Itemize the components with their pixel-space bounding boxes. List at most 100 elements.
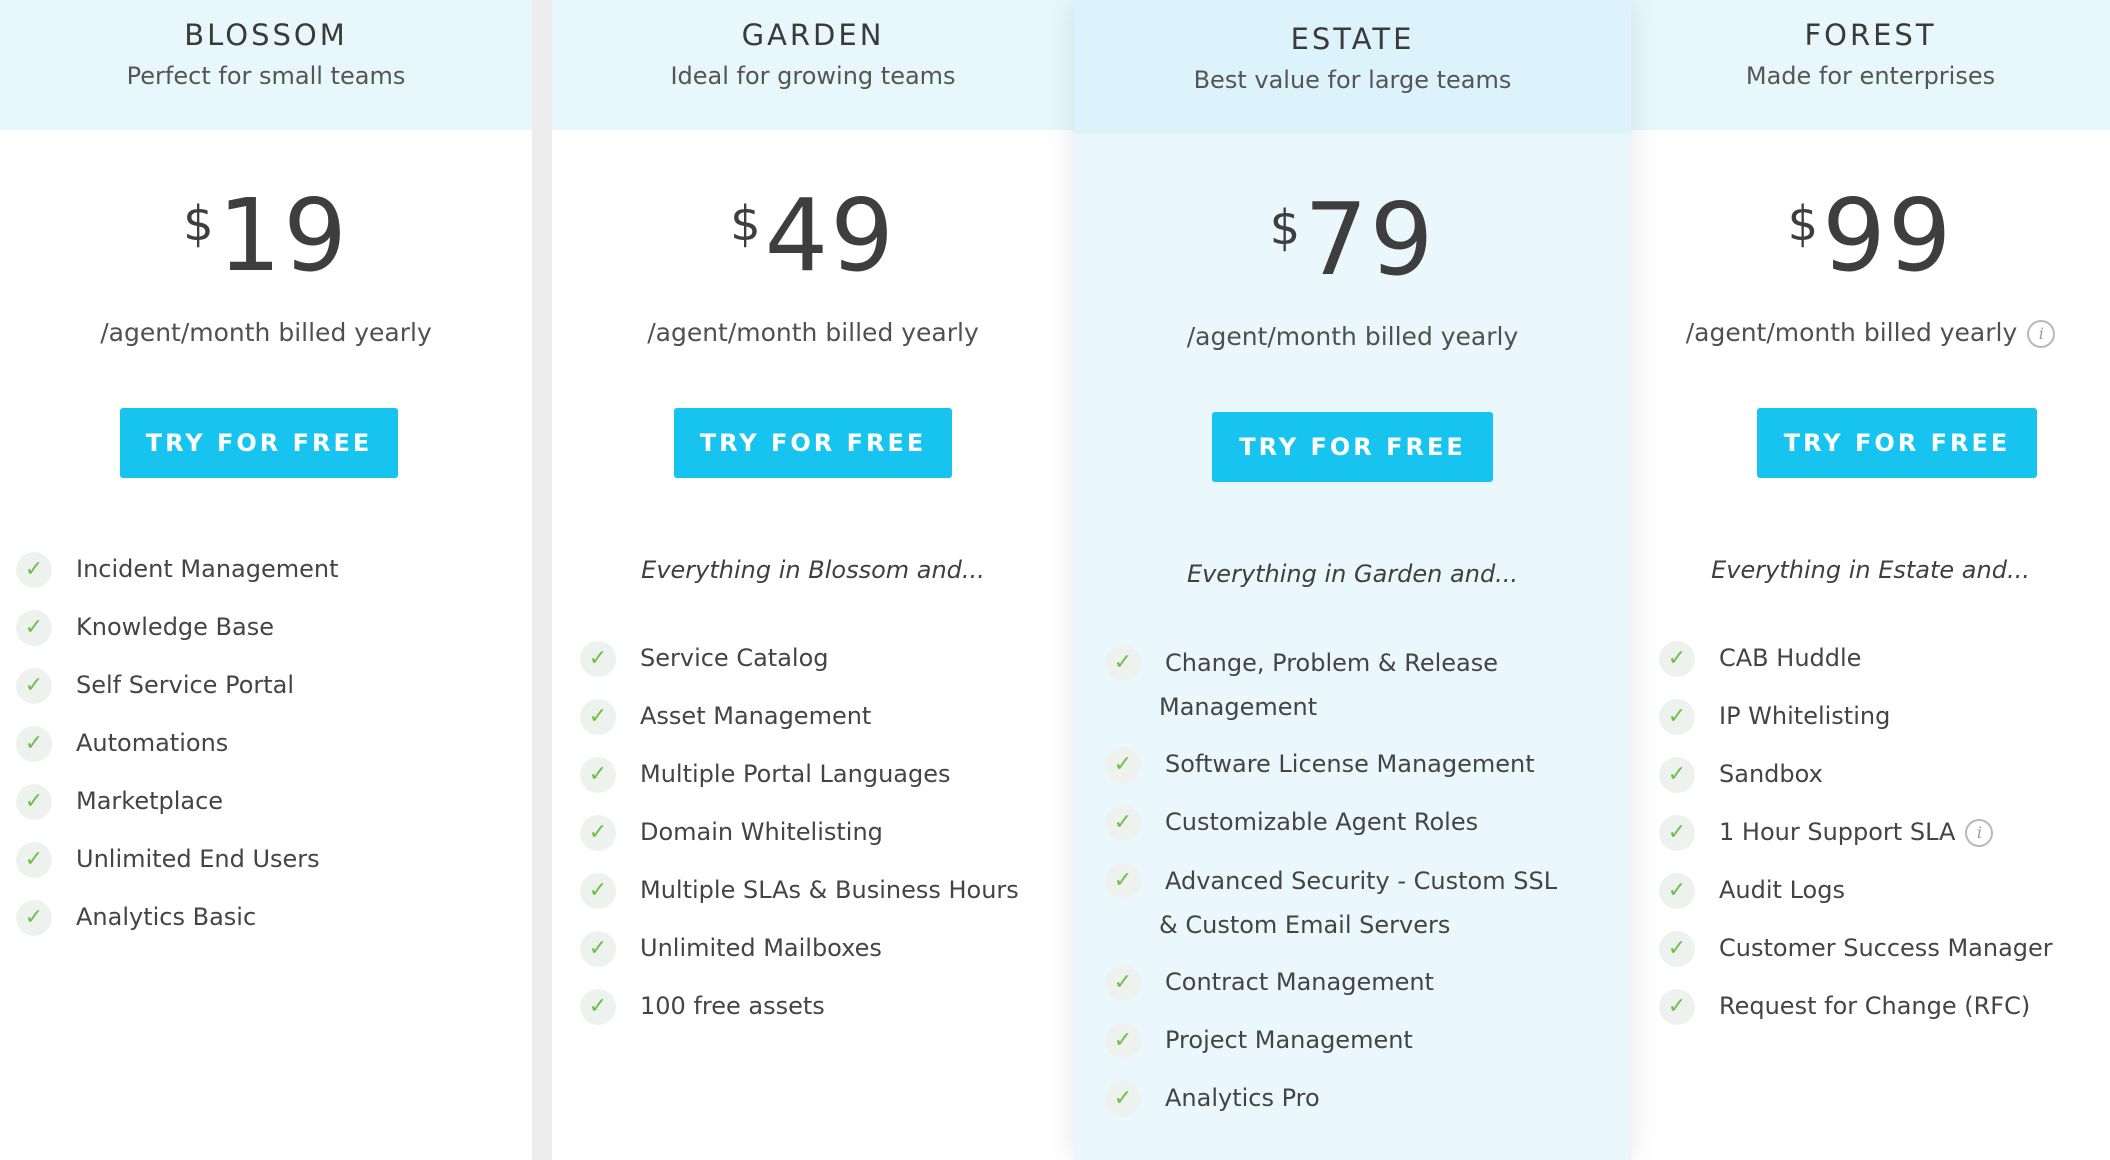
billing-text: /agent/month billed yearly [1186,322,1519,351]
price-amount: 99 [1822,177,1954,294]
billing-text: /agent/month billed yearly [647,318,979,347]
check-icon: ✓ [16,726,52,762]
currency-symbol: $ [1269,200,1301,256]
feature-label: Multiple Portal Languages [640,760,951,788]
billing-text: /agent/month billed yearly [100,318,432,347]
feature-label: Incident Management [76,555,339,583]
feature-label: Automations [76,729,229,757]
plan-tagline: Perfect for small teams [126,62,406,90]
check-icon: ✓ [16,610,52,646]
feature-item: ✓ Automations [16,722,516,780]
plan-tagline: Made for enterprises [1745,62,1996,90]
feature-label: Analytics Pro [1165,1084,1320,1112]
feature-label: IP Whitelisting [1719,702,1891,730]
feature-item: ✓ Multiple SLAs & Business Hours [580,869,1060,927]
check-icon: ✓ [1105,645,1141,681]
feature-item: ✓ Request for Change (RFC) [1659,985,2099,1043]
check-icon: ✓ [1659,989,1695,1025]
feature-label: Customer Success Manager [1719,934,2053,962]
check-icon: ✓ [580,873,616,909]
feature-label: Project Management [1165,1026,1413,1054]
feature-list: ✓ Incident Management ✓ Knowledge Base ✓ Se… [16,548,516,954]
check-icon: ✓ [580,699,616,735]
currency-symbol: $ [730,196,761,252]
plan-name: BLOSSOM [184,18,348,52]
check-icon: ✓ [16,842,52,878]
try-for-free-button[interactable]: TRY FOR FREE [674,408,952,478]
plan-tagline: Best value for large teams [1193,66,1512,94]
info-icon[interactable]: i [1965,819,1994,847]
plan-price: $49 [552,186,1074,286]
currency-symbol: $ [1787,196,1819,252]
feature-label: Marketplace [76,787,224,815]
feature-label: Unlimited End Users [76,845,320,873]
feature-list: ✓ Service Catalog ✓ Asset Management ✓ Mult… [580,637,1060,1043]
check-icon: ✓ [580,989,616,1025]
plan-header: BLOSSOM Perfect for small teams [0,0,532,130]
try-for-free-button[interactable]: TRY FOR FREE [1212,412,1493,482]
plan-card-forest: FOREST Made for enterprises $99 /agent/m… [1631,0,2110,1160]
check-icon: ✓ [1105,1081,1141,1117]
currency-symbol: $ [183,196,214,252]
feature-item: ✓ Advanced Security - Custom SSL & Custom… [1105,859,1605,961]
feature-list: ✓ CAB Huddle ✓ IP Whitelisting ✓ Sandbox ✓ 1… [1659,637,2099,1043]
feature-item: ✓ 100 free assets [580,985,1060,1043]
feature-label: Domain Whitelisting [640,818,883,846]
feature-label: Sandbox [1719,760,1823,788]
check-icon: ✓ [580,815,616,851]
check-icon: ✓ [580,757,616,793]
billing-text: /agent/month billed yearly [1685,318,2018,347]
check-icon: ✓ [1659,815,1695,851]
feature-text: 1 Hour Support SLA [1719,818,1956,846]
info-icon[interactable]: i [2027,320,2056,348]
feature-item: ✓ Customizable Agent Roles [1105,801,1605,859]
feature-label: Request for Change (RFC) [1719,992,2031,1020]
check-icon: ✓ [1105,965,1141,1001]
feature-item: ✓ Change, Problem & Release Management [1105,641,1605,743]
plan-header: ESTATE Best value for large teams [1074,0,1631,134]
feature-item: ✓ Audit Logs [1659,869,2099,927]
feature-item: ✓ Knowledge Base [16,606,516,664]
check-icon: ✓ [16,668,52,704]
check-icon: ✓ [1659,873,1695,909]
feature-item: ✓ Asset Management [580,695,1060,753]
feature-label: Service Catalog [640,644,829,672]
feature-label: Self Service Portal [76,671,295,699]
plan-price: $99 [1631,186,2110,286]
feature-label: Software License Management [1165,750,1535,778]
feature-label: Analytics Basic [76,903,257,931]
feature-item: ✓ Incident Management [16,548,516,606]
feature-label: Customizable Agent Roles [1165,808,1479,836]
feature-label: CAB Huddle [1719,644,1862,672]
feature-item: ✓ Contract Management [1105,961,1605,1019]
feature-list: ✓ Change, Problem & Release Management ✓ S… [1105,641,1605,1135]
feature-item: ✓ 1 Hour Support SLA i [1659,811,2099,869]
plan-header: GARDEN Ideal for growing teams [552,0,1074,130]
check-icon: ✓ [16,784,52,820]
feature-item: ✓ Analytics Pro [1105,1077,1605,1135]
feature-item: ✓ Sandbox [1659,753,2099,811]
feature-label: 1 Hour Support SLA i [1719,811,1994,853]
check-icon: ✓ [16,552,52,588]
billing-period: /agent/month billed yearly [552,318,1074,347]
plan-header: FOREST Made for enterprises [1631,0,2110,130]
check-icon: ✓ [1659,757,1695,793]
plan-price: $19 [0,186,532,286]
check-icon: ✓ [1105,1023,1141,1059]
billing-period: /agent/month billed yearly [1074,322,1631,351]
feature-item: ✓ Unlimited Mailboxes [580,927,1060,985]
feature-label: Audit Logs [1719,876,1845,904]
feature-item: ✓ Customer Success Manager [1659,927,2099,985]
try-for-free-button[interactable]: TRY FOR FREE [1757,408,2037,478]
feature-label: Multiple SLAs & Business Hours [640,876,1019,904]
plan-price: $79 [1074,190,1631,290]
feature-item: ✓ Software License Management [1105,743,1605,801]
plan-intro: Everything in Garden and... [1186,560,1519,588]
try-for-free-button[interactable]: TRY FOR FREE [120,408,398,478]
plan-tagline: Ideal for growing teams [670,62,956,90]
check-icon: ✓ [1659,931,1695,967]
feature-item: ✓ Domain Whitelisting [580,811,1060,869]
plan-intro: Everything in Estate and... [1711,556,2030,584]
feature-item: ✓ CAB Huddle [1659,637,2099,695]
check-icon: ✓ [580,931,616,967]
